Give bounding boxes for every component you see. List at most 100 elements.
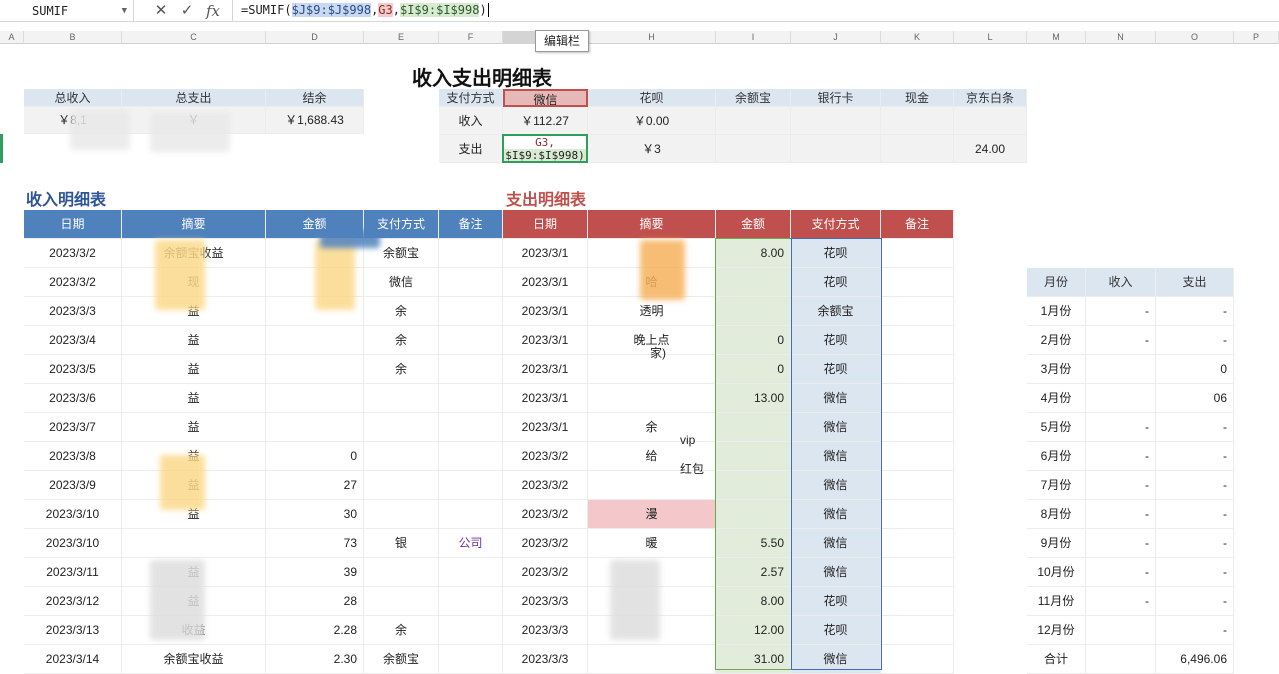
monthly-row-cell[interactable]: - bbox=[1156, 297, 1234, 326]
monthly-row-cell[interactable]: 10月份 bbox=[1027, 558, 1086, 587]
income-row-cell[interactable]: 2023/3/5 bbox=[24, 355, 122, 384]
expense-row-cell[interactable]: 余 bbox=[588, 413, 716, 442]
income-row-cell[interactable]: 73 bbox=[266, 529, 364, 558]
expense-row-cell[interactable]: 花呗 bbox=[791, 616, 881, 645]
expense-row-cell[interactable]: 暖 bbox=[588, 529, 716, 558]
expense-row-cell[interactable] bbox=[881, 268, 954, 297]
monthly-row-cell[interactable]: - bbox=[1156, 442, 1234, 471]
monthly-row-cell[interactable]: 12月份 bbox=[1027, 616, 1086, 645]
monthly-row-cell[interactable]: 9月份 bbox=[1027, 529, 1086, 558]
income-row-cell[interactable] bbox=[364, 384, 439, 413]
expense-row-cell[interactable]: 2.57 bbox=[716, 558, 791, 587]
expense-row-cell[interactable]: 微信 bbox=[791, 442, 881, 471]
expense-row-cell[interactable]: 花呗 bbox=[791, 326, 881, 355]
income-row-cell[interactable]: 2023/3/10 bbox=[24, 529, 122, 558]
monthly-row-cell[interactable] bbox=[1086, 355, 1156, 384]
income-row-cell[interactable] bbox=[439, 355, 503, 384]
monthly-row-cell[interactable]: - bbox=[1156, 500, 1234, 529]
income-row-cell[interactable] bbox=[439, 268, 503, 297]
expense-row-cell[interactable]: 2023/3/1 bbox=[503, 355, 588, 384]
income-row-cell[interactable]: 益 bbox=[122, 355, 266, 384]
expense-row-cell[interactable] bbox=[716, 268, 791, 297]
payment-method-header[interactable]: 银行卡 bbox=[791, 89, 881, 107]
income-row-cell[interactable]: 39 bbox=[266, 558, 364, 587]
monthly-row-cell[interactable]: - bbox=[1086, 587, 1156, 616]
expense-row-cell[interactable]: 微信 bbox=[791, 500, 881, 529]
income-row-cell[interactable]: 2023/3/11 bbox=[24, 558, 122, 587]
expense-row-cell[interactable]: 8.00 bbox=[716, 239, 791, 268]
income-row-cell[interactable]: 余 bbox=[364, 326, 439, 355]
income-row-cell[interactable]: 2023/3/4 bbox=[24, 326, 122, 355]
income-row-cell[interactable]: 2023/3/13 bbox=[24, 616, 122, 645]
expense-row-cell[interactable]: 2023/3/1 bbox=[503, 413, 588, 442]
monthly-row-cell[interactable]: - bbox=[1156, 587, 1234, 616]
income-header-cell[interactable]: 摘要 bbox=[122, 210, 266, 239]
expense-header-cell[interactable]: 金额 bbox=[716, 210, 791, 239]
payment-expense-cell[interactable] bbox=[791, 135, 881, 163]
monthly-row-cell[interactable]: - bbox=[1086, 558, 1156, 587]
monthly-row-cell[interactable]: - bbox=[1086, 500, 1156, 529]
income-row-cell[interactable]: 公司 bbox=[439, 529, 503, 558]
monthly-row-cell[interactable]: - bbox=[1086, 326, 1156, 355]
payment-method-header[interactable]: 微信 bbox=[503, 89, 588, 107]
expense-row-cell[interactable] bbox=[881, 239, 954, 268]
monthly-row-cell[interactable]: - bbox=[1086, 471, 1156, 500]
expense-header-cell[interactable]: 备注 bbox=[881, 210, 954, 239]
expense-row-cell[interactable]: 透明 bbox=[588, 297, 716, 326]
payment-expense-label[interactable]: 支出 bbox=[439, 135, 503, 163]
monthly-row-cell[interactable]: - bbox=[1156, 529, 1234, 558]
payment-expense-cell[interactable] bbox=[716, 135, 791, 163]
income-row-cell[interactable] bbox=[439, 442, 503, 471]
income-header-cell[interactable]: 日期 bbox=[24, 210, 122, 239]
expense-row-cell[interactable] bbox=[881, 355, 954, 384]
income-row-cell[interactable] bbox=[439, 239, 503, 268]
monthly-row-cell[interactable]: 11月份 bbox=[1027, 587, 1086, 616]
payment-method-header[interactable]: 余额宝 bbox=[716, 89, 791, 107]
income-row-cell[interactable]: 余 bbox=[364, 355, 439, 384]
expense-row-cell[interactable]: 5.50 bbox=[716, 529, 791, 558]
expense-row-cell[interactable]: 2023/3/2 bbox=[503, 442, 588, 471]
expense-row-cell[interactable]: 2023/3/2 bbox=[503, 529, 588, 558]
expense-row-cell[interactable] bbox=[881, 326, 954, 355]
income-row-cell[interactable]: 2023/3/12 bbox=[24, 587, 122, 616]
monthly-row-cell[interactable]: - bbox=[1086, 529, 1156, 558]
expense-row-cell[interactable] bbox=[881, 471, 954, 500]
income-row-cell[interactable]: 2023/3/9 bbox=[24, 471, 122, 500]
expense-row-cell[interactable] bbox=[881, 616, 954, 645]
monthly-row-cell[interactable]: 06 bbox=[1156, 384, 1234, 413]
expense-row-cell[interactable]: 13.00 bbox=[716, 384, 791, 413]
payment-method-header[interactable]: 京东白条 bbox=[954, 89, 1027, 107]
expense-row-cell[interactable] bbox=[588, 384, 716, 413]
expense-row-cell[interactable]: 花呗 bbox=[791, 355, 881, 384]
expense-row-cell[interactable]: 微信 bbox=[791, 558, 881, 587]
income-row-cell[interactable] bbox=[364, 471, 439, 500]
expense-row-cell[interactable] bbox=[716, 500, 791, 529]
income-row-cell[interactable] bbox=[364, 558, 439, 587]
expense-row-cell[interactable] bbox=[881, 500, 954, 529]
expense-row-cell[interactable]: 花呗 bbox=[791, 587, 881, 616]
income-row-cell[interactable] bbox=[364, 413, 439, 442]
income-header-cell[interactable]: 备注 bbox=[439, 210, 503, 239]
income-row-cell[interactable]: 余 bbox=[364, 297, 439, 326]
expense-row-cell[interactable]: 2023/3/1 bbox=[503, 268, 588, 297]
expense-row-cell[interactable]: 微信 bbox=[791, 471, 881, 500]
monthly-row-cell[interactable]: - bbox=[1156, 558, 1234, 587]
income-row-cell[interactable]: 27 bbox=[266, 471, 364, 500]
payment-income-label[interactable]: 收入 bbox=[439, 107, 503, 135]
expense-row-cell[interactable]: 2023/3/1 bbox=[503, 326, 588, 355]
payment-expense-cell[interactable]: ￥3 bbox=[588, 135, 716, 163]
expense-row-cell[interactable] bbox=[716, 413, 791, 442]
income-row-cell[interactable]: 益 bbox=[122, 384, 266, 413]
expense-row-cell[interactable]: 2023/3/3 bbox=[503, 616, 588, 645]
income-row-cell[interactable] bbox=[439, 500, 503, 529]
expense-row-cell[interactable] bbox=[716, 471, 791, 500]
expense-row-cell[interactable] bbox=[716, 297, 791, 326]
income-row-cell[interactable]: 微信 bbox=[364, 268, 439, 297]
monthly-row-cell[interactable] bbox=[1086, 384, 1156, 413]
income-row-cell[interactable]: 30 bbox=[266, 500, 364, 529]
income-row-cell[interactable]: 2023/3/8 bbox=[24, 442, 122, 471]
income-row-cell[interactable] bbox=[439, 297, 503, 326]
expense-header-cell[interactable]: 支付方式 bbox=[791, 210, 881, 239]
summary-header-cell[interactable]: 总支出 bbox=[122, 89, 266, 107]
payment-income-cell[interactable] bbox=[954, 107, 1027, 135]
